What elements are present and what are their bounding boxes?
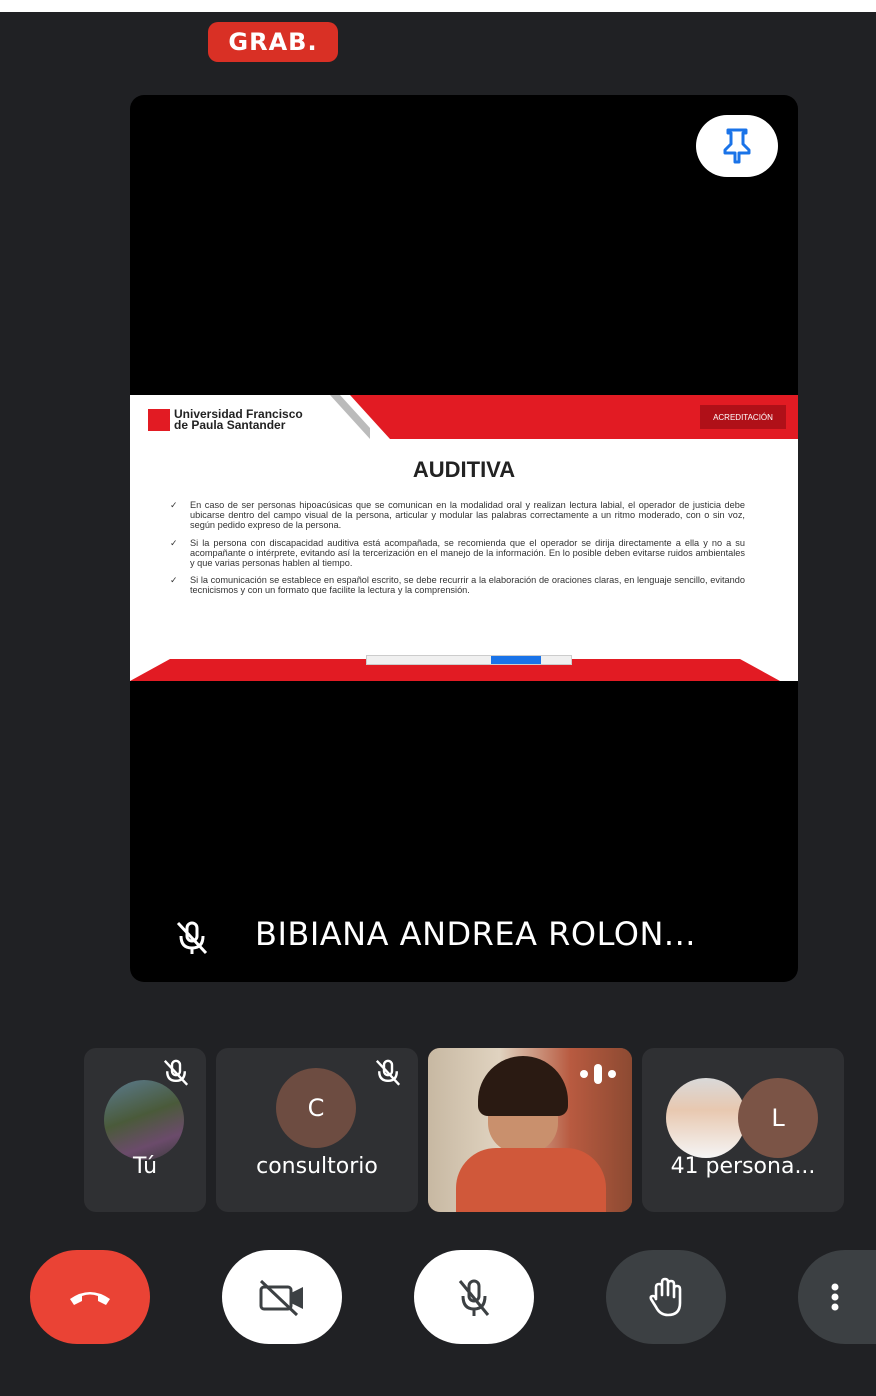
- avatar: L: [738, 1078, 818, 1158]
- pin-icon: [723, 128, 751, 164]
- participant-shirt: [456, 1148, 606, 1212]
- camera-off-icon: [259, 1279, 303, 1317]
- mic-off-icon: [458, 1279, 490, 1316]
- raise-hand-icon: [649, 1277, 682, 1317]
- mic-off-icon: [163, 1059, 189, 1086]
- participant-tile-self[interactable]: Tú: [84, 1048, 206, 1212]
- avatar: C: [276, 1068, 356, 1148]
- camera-toggle-button[interactable]: [222, 1250, 342, 1344]
- raise-hand-button[interactable]: [606, 1250, 726, 1344]
- university-logo: Universidad Francisco de Paula Santander: [148, 408, 303, 431]
- mic-off-icon: [176, 921, 208, 955]
- end-call-icon: [70, 1292, 110, 1305]
- participant-tile-others[interactable]: L 41 persona...: [642, 1048, 844, 1212]
- participant-label: Tú: [132, 1154, 158, 1179]
- slide-footer: [130, 653, 798, 681]
- avatar: [666, 1078, 746, 1158]
- slide-bullet: Si la persona con discapacidad auditiva …: [170, 538, 745, 569]
- main-presenter-tile[interactable]: Universidad Francisco de Paula Santander…: [130, 95, 798, 982]
- accreditation-logo: ACREDITACIÓN: [700, 405, 786, 429]
- avatar: [104, 1080, 184, 1160]
- slide-title: AUDITIVA: [412, 457, 516, 482]
- more-vert-icon: [831, 1283, 839, 1311]
- more-options-button[interactable]: [798, 1250, 876, 1344]
- slide-bullet-list: En caso de ser personas hipoacúsicas que…: [170, 500, 745, 603]
- slide-bullet: Si la comunicación se establece en españ…: [170, 575, 745, 595]
- participant-tile-video[interactable]: [428, 1048, 632, 1212]
- speaking-indicator-icon: [580, 1064, 616, 1084]
- mic-off-icon: [375, 1059, 401, 1086]
- participant-label: consultorio: [256, 1154, 378, 1179]
- mic-toggle-button[interactable]: [414, 1250, 534, 1344]
- recording-badge: GRAB.: [208, 22, 338, 62]
- pin-button[interactable]: [696, 115, 778, 177]
- participant-label: 41 persona...: [670, 1154, 816, 1179]
- shared-slide: Universidad Francisco de Paula Santander…: [130, 395, 798, 681]
- end-call-button[interactable]: [30, 1250, 150, 1344]
- participant-tile-consultorio[interactable]: C consultorio: [216, 1048, 418, 1212]
- status-bar: [0, 0, 876, 12]
- presenter-name: BIBIANA ANDREA ROLON...: [255, 915, 696, 953]
- slide-bullet: En caso de ser personas hipoacúsicas que…: [170, 500, 745, 531]
- slide-banner: Universidad Francisco de Paula Santander…: [130, 395, 798, 439]
